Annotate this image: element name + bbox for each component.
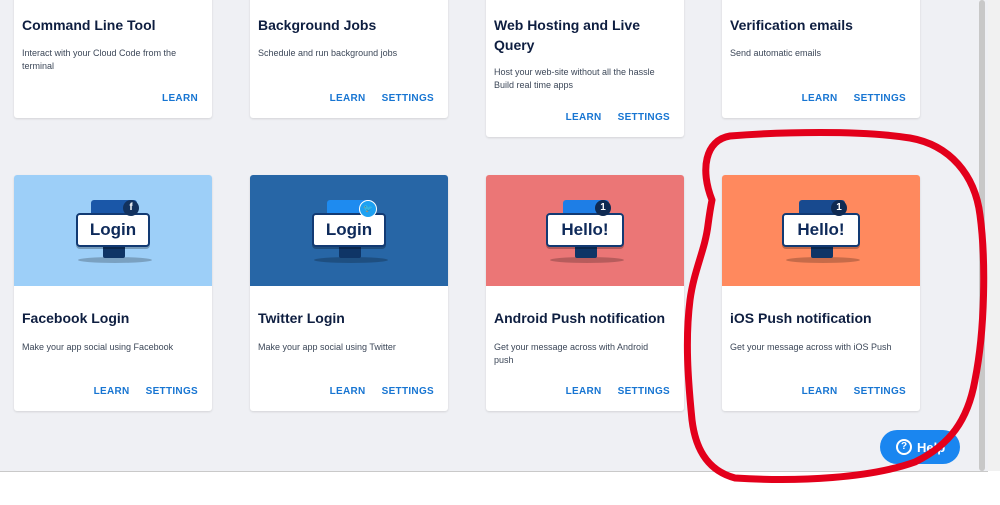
card-actions: LEARN SETTINGS	[330, 386, 434, 397]
card-description: Host your web-site without all the hassl…	[494, 67, 655, 90]
learn-button[interactable]: LEARN	[330, 386, 366, 397]
card-description: Schedule and run background jobs	[258, 48, 398, 58]
card-actions: LEARN SETTINGS	[330, 93, 434, 104]
login-chip: Login	[76, 213, 150, 247]
card-description: Make your app social using Twitter	[258, 342, 396, 352]
card-title: iOS Push notification	[730, 310, 872, 326]
card-actions: LEARN SETTINGS	[566, 386, 670, 397]
card-ios-push: Hello! 1 iOS Push notification Get your …	[722, 175, 920, 411]
card-actions: LEARN	[162, 93, 198, 104]
twitter-icon: 🐦	[359, 200, 377, 218]
card-android-push: Hello! 1 Android Push notification Get y…	[486, 175, 684, 411]
card-title: Web Hosting and Live Query	[494, 17, 640, 53]
card-actions: LEARN SETTINGS	[94, 386, 198, 397]
settings-button[interactable]: SETTINGS	[618, 112, 670, 123]
settings-button[interactable]: SETTINGS	[146, 386, 198, 397]
card-facebook-login: Login f Facebook Login Make your app soc…	[14, 175, 212, 411]
learn-button[interactable]: LEARN	[802, 386, 838, 397]
facebook-icon: f	[123, 200, 139, 216]
twitter-login-banner: Login 🐦	[250, 175, 448, 286]
card-description: Make your app social using Facebook	[22, 342, 174, 352]
features-viewport: Command Line Tool Interact with your Clo…	[0, 0, 988, 471]
card-title: Facebook Login	[22, 310, 130, 326]
card-actions: LEARN SETTINGS	[802, 386, 906, 397]
card-description: Interact with your Cloud Code from the t…	[22, 48, 177, 71]
notification-badge-icon: 1	[595, 200, 611, 216]
device-stem	[575, 246, 597, 258]
card-actions: LEARN SETTINGS	[802, 93, 906, 104]
scrollbar-track[interactable]	[988, 0, 1000, 471]
settings-button[interactable]: SETTINGS	[382, 93, 434, 104]
hello-chip: Hello!	[782, 213, 860, 247]
settings-button[interactable]: SETTINGS	[854, 386, 906, 397]
ios-push-banner: Hello! 1	[722, 175, 920, 286]
card-description: Get your message across with Android pus…	[494, 342, 649, 365]
card-web-hosting: Web Hosting and Live Query Host your web…	[486, 0, 684, 137]
question-circle-icon: ?	[896, 439, 912, 455]
android-push-banner: Hello! 1	[486, 175, 684, 286]
login-chip: Login	[312, 213, 386, 247]
learn-button[interactable]: LEARN	[566, 386, 602, 397]
learn-button[interactable]: LEARN	[330, 93, 366, 104]
learn-button[interactable]: LEARN	[94, 386, 130, 397]
card-actions: LEARN SETTINGS	[566, 112, 670, 123]
card-description: Get your message across with iOS Push	[730, 342, 892, 352]
learn-button[interactable]: LEARN	[802, 93, 838, 104]
card-background-jobs: Background Jobs Schedule and run backgro…	[250, 0, 448, 118]
device-stem	[811, 246, 833, 258]
settings-button[interactable]: SETTINGS	[618, 386, 670, 397]
help-button[interactable]: ? Help	[880, 430, 960, 464]
card-twitter-login: Login 🐦 Twitter Login Make your app soci…	[250, 175, 448, 411]
card-title: Command Line Tool	[22, 17, 156, 33]
learn-button[interactable]: LEARN	[162, 93, 198, 104]
scrollbar-thumb[interactable]	[979, 0, 985, 471]
card-title: Android Push notification	[494, 310, 666, 326]
settings-button[interactable]: SETTINGS	[854, 93, 906, 104]
device-stem	[339, 246, 361, 258]
help-label: Help	[917, 439, 946, 455]
device-stem	[103, 246, 125, 258]
facebook-login-banner: Login f	[14, 175, 212, 286]
card-description: Send automatic emails	[730, 48, 822, 58]
learn-button[interactable]: LEARN	[566, 112, 602, 123]
hello-chip: Hello!	[546, 213, 624, 247]
card-command-line-tool: Command Line Tool Interact with your Clo…	[14, 0, 212, 118]
card-title: Background Jobs	[258, 17, 377, 33]
card-verification-emails: Verification emails Send automatic email…	[722, 0, 920, 118]
divider	[0, 471, 988, 472]
card-title: Twitter Login	[258, 310, 345, 326]
card-title: Verification emails	[730, 17, 853, 33]
settings-button[interactable]: SETTINGS	[382, 386, 434, 397]
notification-badge-icon: 1	[831, 200, 847, 216]
